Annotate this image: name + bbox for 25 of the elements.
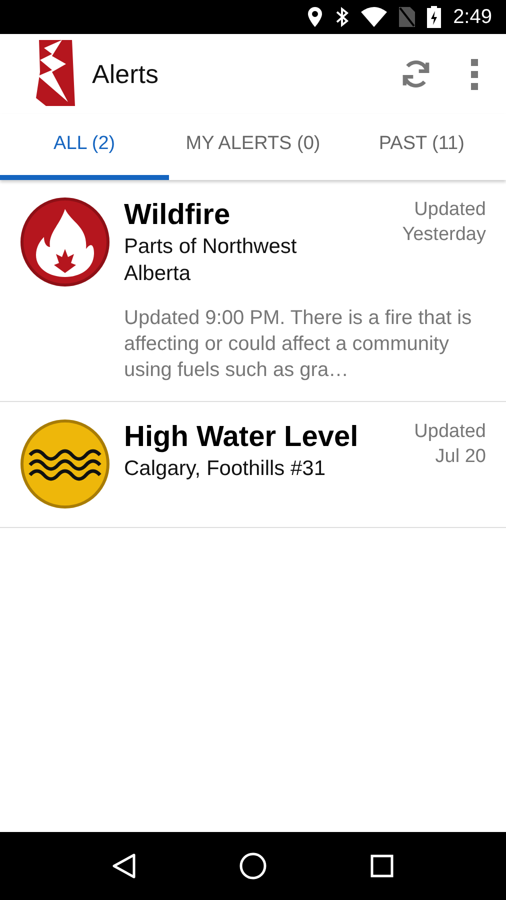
tab[interactable]: MY ALERTS (0)	[168, 114, 338, 180]
battery-charging-icon	[427, 6, 442, 28]
alert-title: Wildfire	[124, 198, 232, 233]
tab[interactable]: ALL (2)	[0, 114, 169, 180]
no-sim-icon	[399, 7, 416, 27]
updated-time: Updated Yesterday	[401, 198, 486, 247]
alert-title: High Water Level	[124, 420, 360, 455]
location-icon	[307, 7, 324, 27]
alert-location: Calgary, Foothills #31	[124, 456, 327, 482]
alert-location: Parts of Northwest Alberta	[124, 234, 298, 287]
alert-item[interactable]: High Water Level Calgary, Foothills #31 Updated Jul 20	[0, 402, 506, 528]
bluetooth-icon	[335, 7, 350, 27]
alert-item[interactable]: Wildfire Parts of Northwest Alberta Updated Yesterday Updated 9:00 PM. There is a fire that is affecting or could affect a community using fuels such as gra…	[0, 180, 506, 402]
app-title: Alerts	[92, 58, 158, 90]
recents-icon[interactable]	[370, 854, 394, 878]
updated-time: Updated Jul 20	[413, 420, 486, 469]
waves-icon	[20, 419, 110, 509]
wifi-icon	[361, 7, 388, 27]
tab[interactable]: PAST (11)	[337, 114, 506, 180]
home-icon[interactable]	[238, 852, 267, 880]
flame-icon	[20, 197, 110, 287]
back-icon[interactable]	[112, 853, 136, 879]
clock-time: 2:49	[453, 5, 492, 30]
lightning-logo-icon	[36, 40, 76, 108]
alert-description: Updated 9:00 PM. There is a fire that is affecting or could affect a community using fuels such as gra…	[124, 306, 473, 383]
